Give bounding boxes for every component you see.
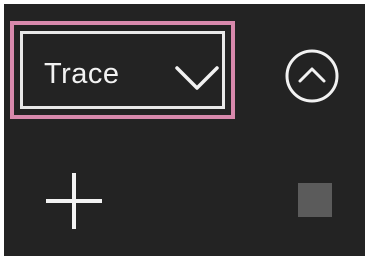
add-button[interactable]: [44, 171, 104, 231]
stop-square-icon: [298, 183, 332, 217]
mode-select-label: Trace: [44, 58, 120, 90]
collapse-button[interactable]: [284, 48, 340, 104]
mode-select-dropdown[interactable]: Trace: [10, 21, 235, 119]
control-panel: Trace: [4, 4, 365, 256]
stop-button[interactable]: [298, 183, 332, 217]
plus-icon: [44, 171, 104, 231]
chevron-down-icon: [173, 64, 221, 94]
chevron-up-circle-icon: [284, 48, 340, 104]
